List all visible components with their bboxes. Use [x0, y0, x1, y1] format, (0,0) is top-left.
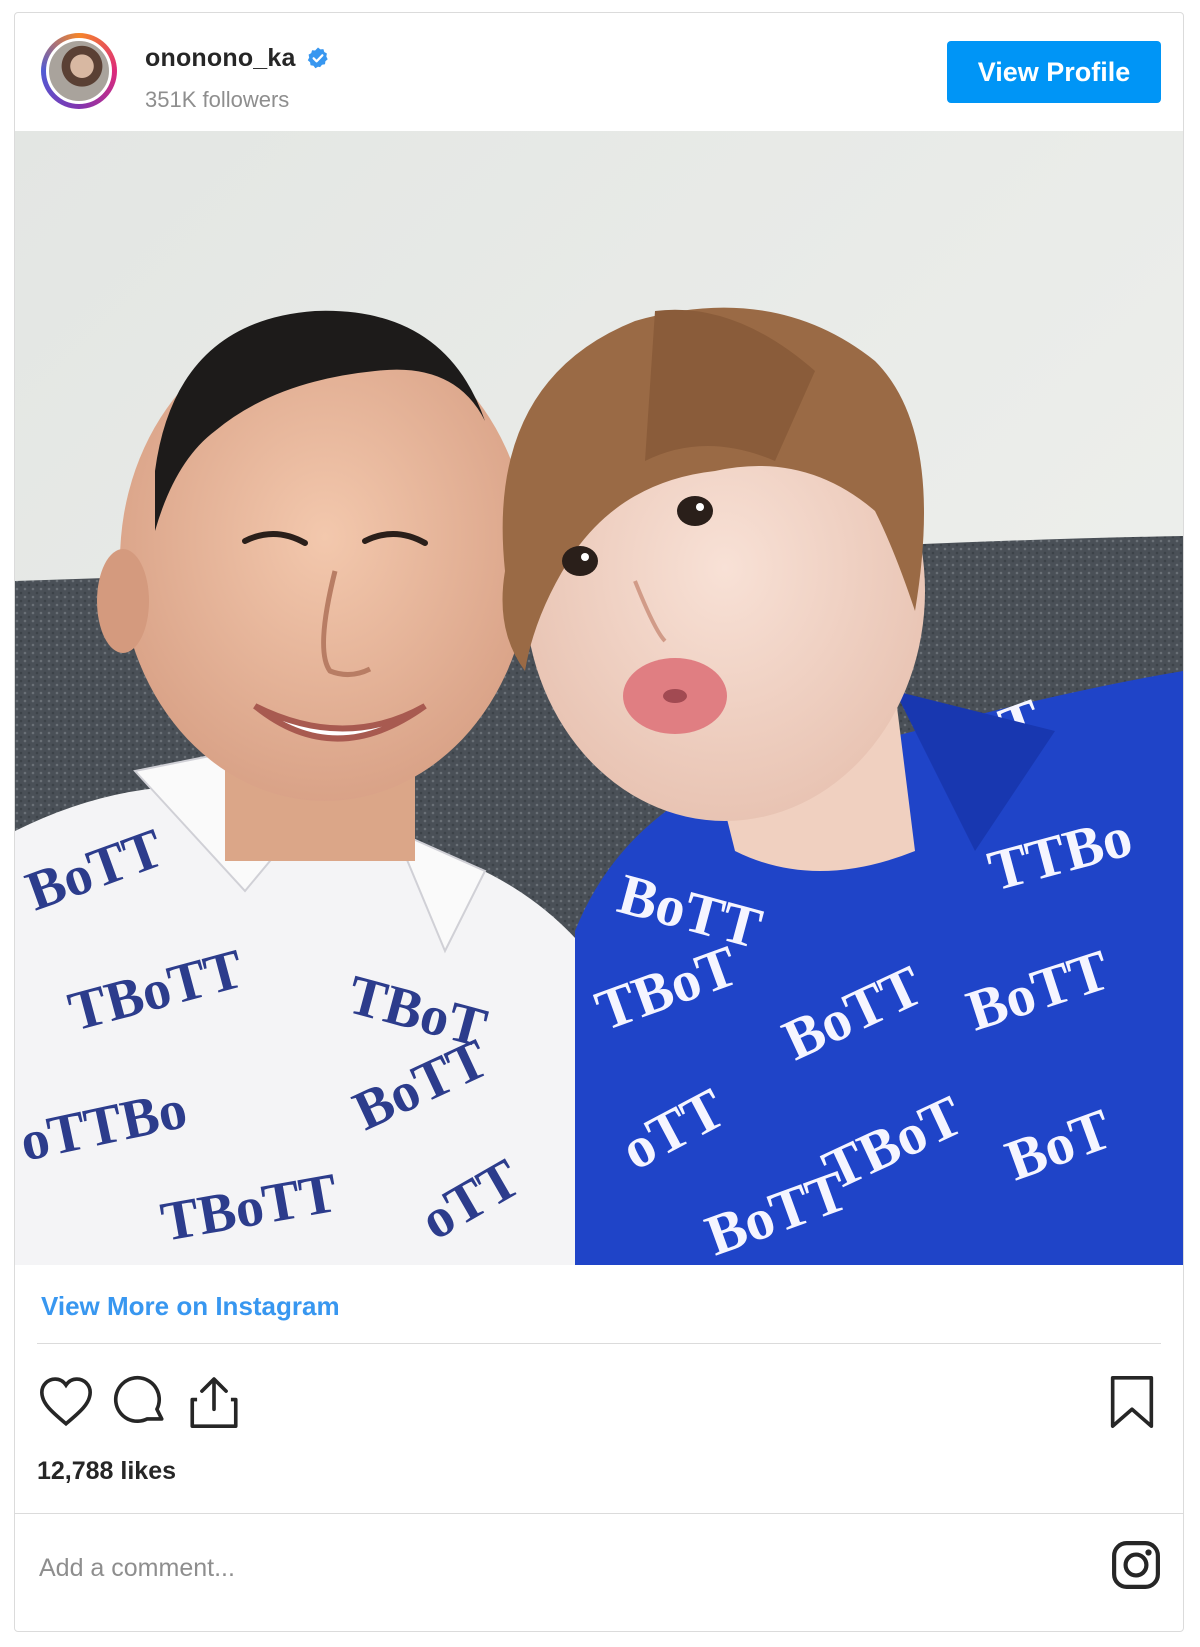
comment-bubble-icon[interactable]	[111, 1373, 169, 1431]
comment-input[interactable]	[37, 1544, 941, 1592]
post-photo[interactable]: BoTT TBoTT oTTBo TBoT BoTT TBoTT oTT BoT…	[15, 131, 1183, 1265]
share-icon[interactable]	[185, 1373, 243, 1431]
heart-icon[interactable]	[37, 1373, 95, 1431]
view-profile-button[interactable]: View Profile	[947, 41, 1161, 103]
verified-badge-icon	[307, 47, 328, 69]
avatar[interactable]	[41, 33, 117, 109]
divider	[37, 1343, 1161, 1344]
username-row: ononono_ka	[145, 41, 330, 75]
action-bar	[15, 1373, 1183, 1443]
like-count: 12,788 likes	[37, 1457, 177, 1485]
bookmark-icon[interactable]	[1103, 1373, 1161, 1431]
post-photo-illustration: BoTT TBoTT oTTBo TBoT BoTT TBoTT oTT BoT…	[15, 131, 1183, 1265]
username[interactable]: ononono_ka	[145, 44, 296, 73]
instagram-embed-card: ononono_ka 351K followers View Profile B…	[14, 12, 1184, 1632]
avatar-photo	[46, 38, 112, 104]
instagram-icon[interactable]	[1111, 1540, 1161, 1590]
view-more-on-instagram-link[interactable]: View More on Instagram	[41, 1291, 340, 1322]
follower-count: 351K followers	[145, 87, 290, 112]
post-header: ononono_ka 351K followers View Profile	[15, 13, 1183, 131]
comment-row	[15, 1513, 1183, 1632]
